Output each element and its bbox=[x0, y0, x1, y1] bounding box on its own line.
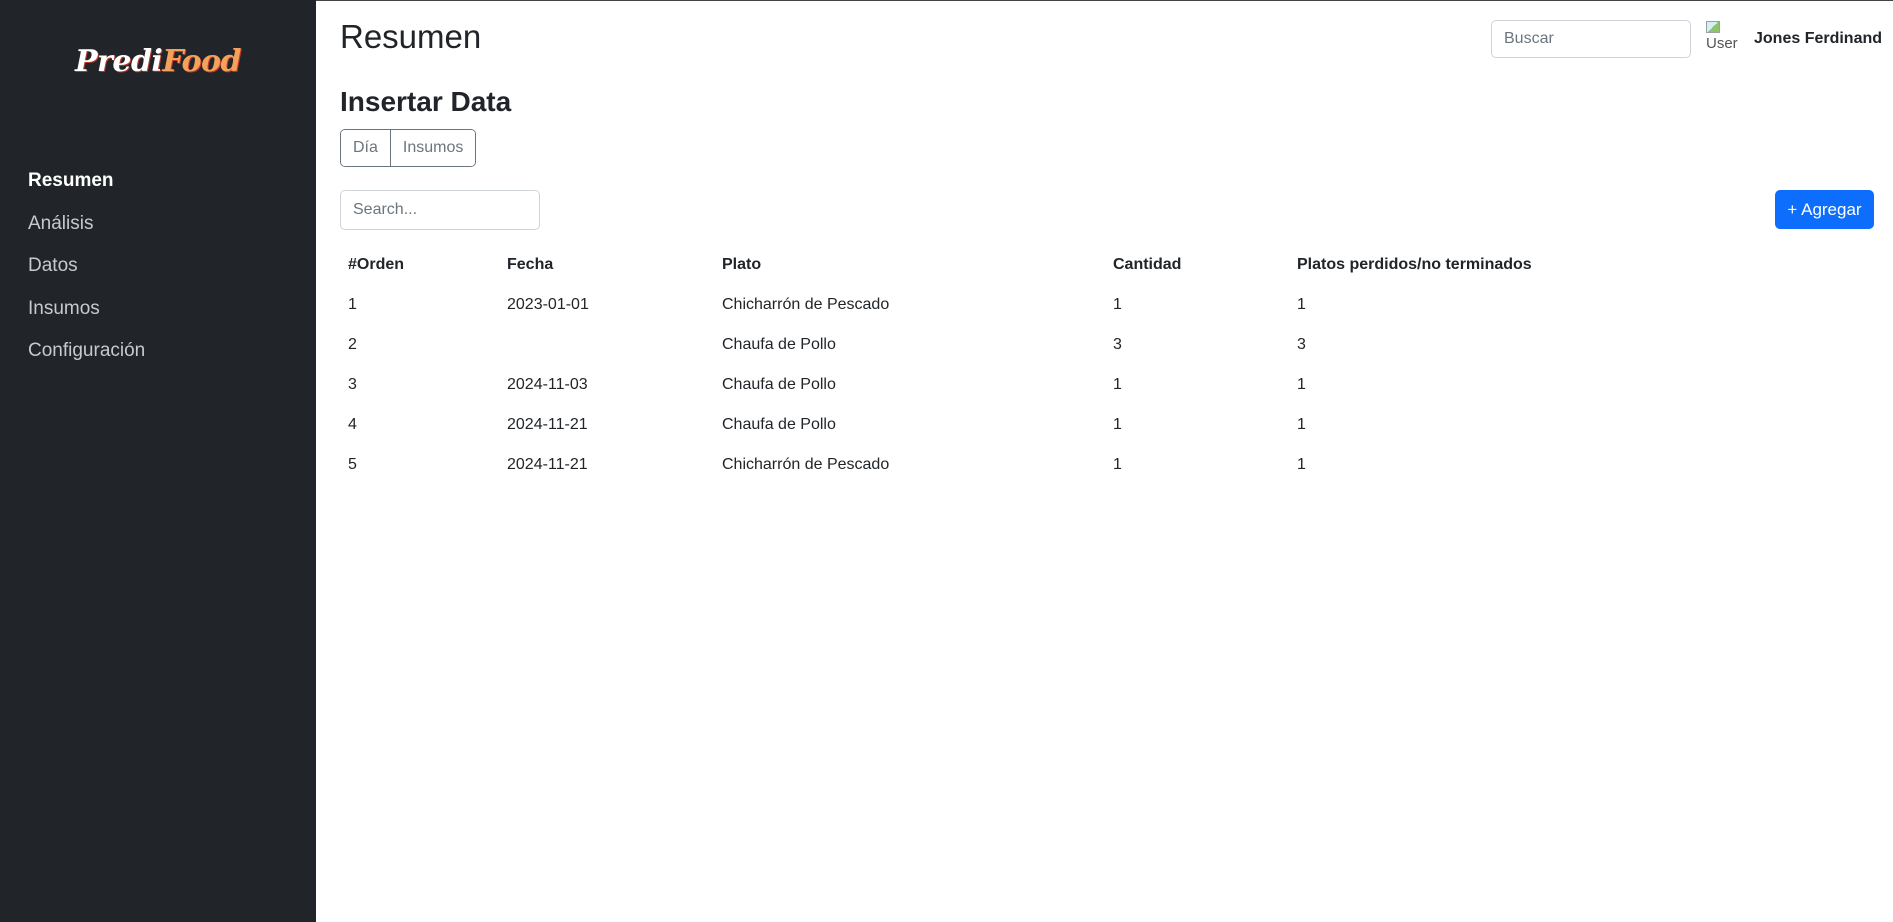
broken-image-icon bbox=[1706, 21, 1720, 33]
tab-insumos[interactable]: Insumos bbox=[389, 130, 476, 166]
table-row: 4 2024-11-21 Chaufa de Pollo 1 1 bbox=[340, 405, 1874, 445]
header-search-input[interactable] bbox=[1491, 20, 1691, 58]
table-row: 2 Chaufa de Pollo 3 3 bbox=[340, 325, 1874, 365]
top-border bbox=[316, 0, 1893, 1]
cell-cantidad: 1 bbox=[1113, 296, 1122, 313]
logo-text-predi: Predi bbox=[75, 44, 163, 79]
table-header-row: #Orden Fecha Plato Cantidad Platos perdi… bbox=[340, 245, 1874, 285]
sidebar-item-analisis[interactable]: Análisis bbox=[28, 209, 145, 252]
column-header-plato: Plato bbox=[722, 256, 762, 273]
cell-plato: Chaufa de Pollo bbox=[722, 376, 836, 393]
cell-fecha: 2024-11-21 bbox=[507, 416, 588, 433]
cell-plato: Chaufa de Pollo bbox=[722, 416, 836, 433]
sidebar-item-resumen[interactable]: Resumen bbox=[28, 166, 145, 209]
user-avatar[interactable]: User bbox=[1706, 21, 1740, 57]
table-row: 1 2023-01-01 Chicharrón de Pescado 1 1 bbox=[340, 285, 1874, 325]
avatar-alt-text: User bbox=[1706, 35, 1738, 52]
cell-platos-perdidos: 1 bbox=[1297, 416, 1306, 433]
cell-cantidad: 1 bbox=[1113, 416, 1122, 433]
column-header-orden: #Orden bbox=[348, 256, 405, 273]
data-type-toggle: Día Insumos bbox=[340, 129, 477, 167]
logo-text-food: Food bbox=[162, 44, 241, 79]
sidebar-nav: Resumen Análisis Datos Insumos Configura… bbox=[28, 166, 145, 379]
add-button[interactable]: + Agregar bbox=[1775, 190, 1874, 229]
user-name[interactable]: Jones Ferdinand bbox=[1754, 30, 1882, 48]
cell-cantidad: 3 bbox=[1113, 336, 1122, 353]
cell-fecha: 2024-11-03 bbox=[507, 376, 588, 393]
cell-orden: 2 bbox=[348, 336, 357, 353]
sidebar-item-insumos[interactable]: Insumos bbox=[28, 294, 145, 337]
sidebar: PrediFood Resumen Análisis Datos Insumos… bbox=[0, 0, 316, 922]
section-title: Insertar Data bbox=[340, 86, 512, 117]
cell-cantidad: 1 bbox=[1113, 376, 1122, 393]
page-title: Resumen bbox=[340, 18, 482, 55]
tab-dia[interactable]: Día bbox=[341, 130, 390, 166]
cell-fecha bbox=[499, 325, 714, 365]
main-content: Resumen User Jones Ferdinand Insertar Da… bbox=[316, 0, 1893, 922]
cell-plato: Chicharrón de Pescado bbox=[722, 296, 890, 313]
cell-plato: Chaufa de Pollo bbox=[722, 336, 836, 353]
sidebar-item-datos[interactable]: Datos bbox=[28, 251, 145, 294]
cell-orden: 1 bbox=[348, 296, 357, 313]
cell-platos-perdidos: 1 bbox=[1297, 376, 1306, 393]
cell-platos-perdidos: 1 bbox=[1297, 296, 1306, 313]
column-header-cantidad: Cantidad bbox=[1113, 256, 1182, 273]
cell-platos-perdidos: 3 bbox=[1297, 336, 1306, 353]
predifood-logo[interactable]: PrediFood bbox=[0, 44, 316, 79]
table-search-input[interactable] bbox=[340, 190, 540, 230]
cell-orden: 5 bbox=[348, 456, 357, 473]
column-header-fecha: Fecha bbox=[507, 256, 554, 273]
cell-fecha: 2023-01-01 bbox=[507, 296, 589, 313]
cell-fecha: 2024-11-21 bbox=[507, 456, 588, 473]
cell-orden: 3 bbox=[348, 376, 357, 393]
sidebar-item-configuracion[interactable]: Configuración bbox=[28, 336, 145, 379]
table-row: 3 2024-11-03 Chaufa de Pollo 1 1 bbox=[340, 365, 1874, 405]
orders-table: #Orden Fecha Plato Cantidad Platos perdi… bbox=[340, 245, 1874, 485]
cell-cantidad: 1 bbox=[1113, 456, 1122, 473]
cell-plato: Chicharrón de Pescado bbox=[722, 456, 890, 473]
column-header-platos-perdidos: Platos perdidos/no terminados bbox=[1297, 256, 1532, 273]
table-row: 5 2024-11-21 Chicharrón de Pescado 1 1 bbox=[340, 445, 1874, 485]
cell-platos-perdidos: 1 bbox=[1297, 456, 1306, 473]
cell-orden: 4 bbox=[348, 416, 357, 433]
